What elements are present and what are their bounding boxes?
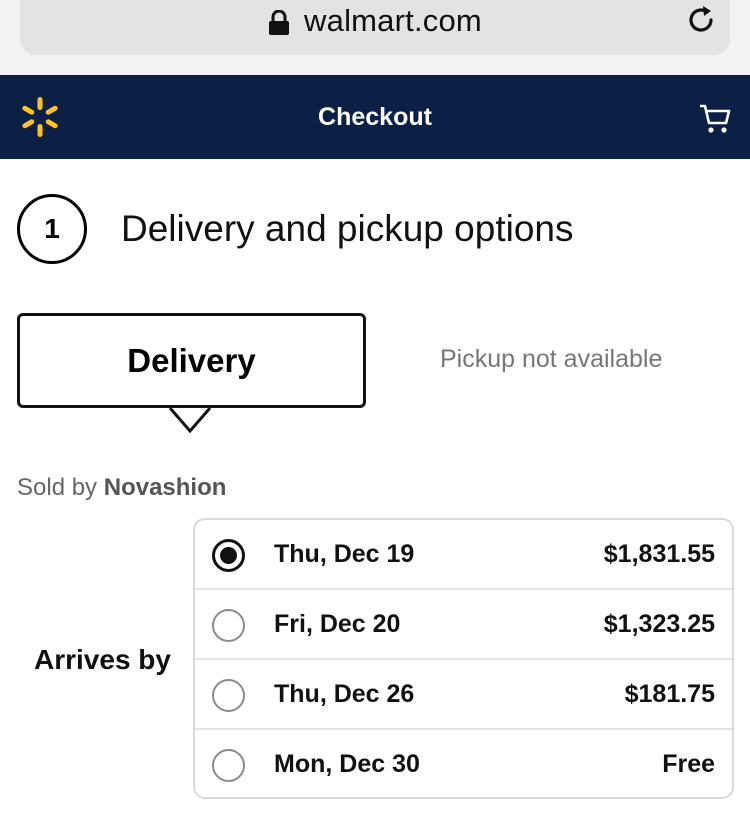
url-text[interactable]: walmart.com	[304, 3, 482, 39]
delivery-option[interactable]: Mon, Dec 30 Free	[195, 730, 732, 797]
radio-unselected[interactable]	[212, 749, 245, 782]
option-date: Fri, Dec 20	[274, 610, 401, 638]
browser-address-bar: walmart.com	[0, 0, 750, 75]
option-date: Thu, Dec 26	[274, 680, 415, 708]
option-date: Mon, Dec 30	[274, 750, 420, 778]
radio-selected[interactable]	[212, 539, 245, 572]
checkout-header: Checkout	[0, 75, 750, 159]
delivery-options-list: Thu, Dec 19 $1,831.55 Fri, Dec 20 $1,323…	[193, 518, 734, 799]
arrives-by-label: Arrives by	[34, 644, 171, 675]
option-price: $1,831.55	[603, 540, 715, 568]
tab-pointer-icon	[168, 407, 212, 434]
delivery-option[interactable]: Thu, Dec 19 $1,831.55	[195, 520, 732, 590]
cart-icon[interactable]	[698, 103, 732, 135]
option-price: $181.75	[624, 680, 715, 708]
radio-unselected[interactable]	[212, 679, 245, 712]
url-content: walmart.com	[0, 0, 750, 42]
delivery-option[interactable]: Fri, Dec 20 $1,323.25	[195, 590, 732, 660]
sold-by-text: Sold by Novashion	[17, 474, 226, 502]
step-number-badge: 1	[17, 194, 87, 264]
step-title: Delivery and pickup options	[121, 208, 574, 249]
seller-name: Novashion	[103, 474, 227, 501]
tab-delivery[interactable]: Delivery	[17, 313, 366, 408]
delivery-option[interactable]: Thu, Dec 26 $181.75	[195, 660, 732, 730]
option-price: Free	[662, 750, 715, 778]
page-title: Checkout	[318, 102, 432, 131]
option-date: Thu, Dec 19	[274, 540, 415, 568]
lock-icon	[268, 9, 290, 36]
sold-by-prefix: Sold by	[17, 474, 98, 501]
tab-pickup-unavailable: Pickup not available	[440, 345, 663, 373]
option-price: $1,323.25	[603, 610, 715, 638]
radio-unselected[interactable]	[212, 609, 245, 642]
reload-icon[interactable]	[684, 3, 718, 37]
